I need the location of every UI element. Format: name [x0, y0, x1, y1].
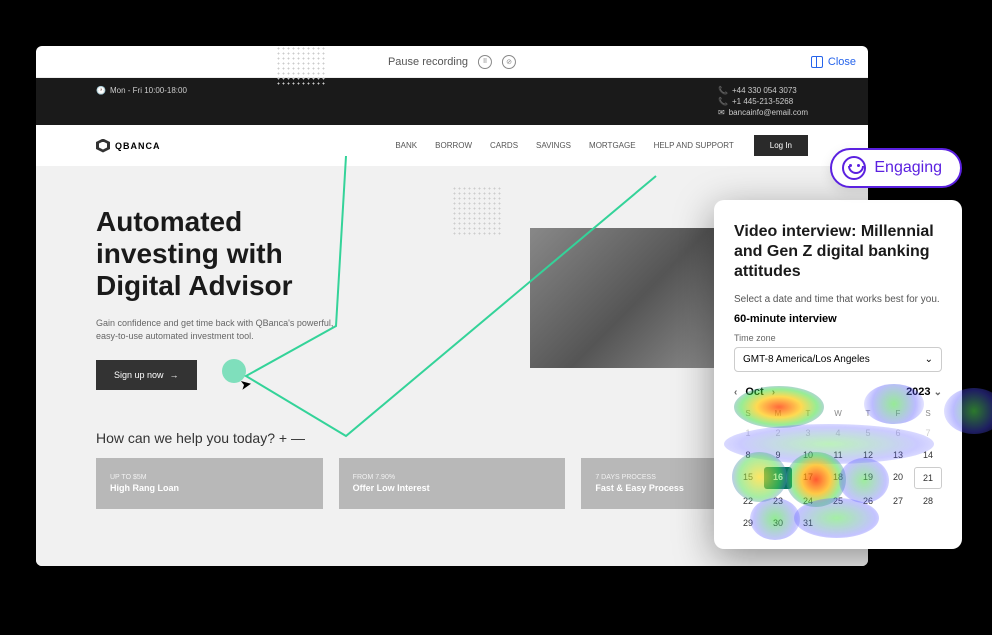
hero-description: Gain confidence and get time back with Q… [96, 317, 336, 344]
chevron-down-icon: ⌄ [934, 387, 942, 398]
calendar-day[interactable]: 10 [794, 445, 822, 465]
timezone-value: GMT-8 America/Los Angeles [743, 354, 870, 365]
stop-icon[interactable]: ⊘ [502, 55, 516, 69]
calendar-day[interactable]: 12 [854, 445, 882, 465]
weekday-header: T [794, 406, 822, 421]
calendar-day[interactable]: 30 [764, 513, 792, 533]
calendar-day[interactable]: 23 [764, 491, 792, 511]
timezone-select[interactable]: GMT-8 America/Los Angeles ⌄ [734, 347, 942, 372]
clock-icon: 🕐 [96, 86, 106, 95]
calendar-day: 6 [884, 423, 912, 443]
calendar-day[interactable]: 26 [854, 491, 882, 511]
calendar-day[interactable]: 27 [884, 491, 912, 511]
weekday-header: T [854, 406, 882, 421]
calendar-day[interactable]: 29 [734, 513, 762, 533]
panel-icon [811, 56, 823, 68]
close-label: Close [828, 56, 856, 68]
site-top-bar: 🕐 Mon - Fri 10:00-18:00 📞 +44 330 054 3073… [36, 78, 868, 125]
phone2-text: +1 445-213-5268 [732, 97, 793, 106]
calendar-day[interactable]: 13 [884, 445, 912, 465]
calendar-day[interactable]: 22 [734, 491, 762, 511]
phone-icon: 📞 [718, 97, 728, 106]
timezone-label: Time zone [734, 333, 942, 343]
calendar-day[interactable]: 9 [764, 445, 792, 465]
email-text: bancainfo@email.com [729, 108, 808, 117]
recorder-toolbar: Pause recording II ⊘ Close [36, 46, 868, 78]
nav-item[interactable]: CARDS [490, 141, 518, 150]
card-title: High Rang Loan [110, 483, 309, 493]
calendar-day[interactable]: 25 [824, 491, 852, 511]
logo-icon [96, 139, 110, 153]
card-eyebrow: FROM 7.90% [353, 474, 552, 481]
calendar-day[interactable]: 21 [914, 467, 942, 489]
scheduler-modal: Video interview: Millennial and Gen Z di… [714, 200, 962, 549]
decorative-dots [452, 186, 502, 236]
decorative-dots [276, 78, 326, 86]
weekday-header: S [734, 406, 762, 421]
weekday-header: M [764, 406, 792, 421]
calendar-day: 3 [794, 423, 822, 443]
card-eyebrow: UP TO $5M [110, 474, 309, 481]
main-nav: QBANCA BANK BORROW CARDS SAVINGS MORTGAGE HEL… [36, 125, 868, 166]
brand-text: QBANCA [115, 141, 161, 151]
nav-item[interactable]: MORTGAGE [589, 141, 636, 150]
pause-icon[interactable]: II [478, 55, 492, 69]
phone1-text: +44 330 054 3073 [732, 86, 797, 95]
nav-item[interactable]: BORROW [435, 141, 472, 150]
feature-card[interactable]: UP TO $5M High Rang Loan [96, 458, 323, 509]
next-month-button[interactable]: › [772, 387, 775, 398]
cursor-icon: ➤ [239, 375, 254, 394]
login-button[interactable]: Log In [754, 135, 808, 156]
calendar-day[interactable]: 24 [794, 491, 822, 511]
calendar-day[interactable]: 14 [914, 445, 942, 465]
feature-card[interactable]: FROM 7.90% Offer Low Interest [339, 458, 566, 509]
year-selector[interactable]: 2023 ⌄ [906, 386, 942, 398]
calendar-day: 5 [854, 423, 882, 443]
brand-logo[interactable]: QBANCA [96, 139, 161, 153]
calendar-day[interactable]: 11 [824, 445, 852, 465]
hero-title: Automated investing with Digital Advisor [96, 206, 432, 303]
arrow-right-icon: → [170, 370, 179, 380]
month-navigator: ‹ Oct › [734, 386, 775, 398]
pause-recording-label[interactable]: Pause recording [388, 56, 468, 68]
smile-icon [842, 156, 866, 180]
calendar-day[interactable]: 20 [884, 467, 912, 489]
chevron-down-icon: ⌄ [925, 354, 933, 365]
engaging-badge: Engaging [830, 148, 962, 188]
nav-item[interactable]: SAVINGS [536, 141, 571, 150]
card-title: Offer Low Interest [353, 483, 552, 493]
month-label: Oct [745, 386, 763, 398]
mail-icon: ✉ [718, 108, 725, 117]
calendar-day[interactable]: 16 [764, 467, 792, 489]
modal-duration: 60-minute interview [734, 313, 942, 325]
weekday-header: S [914, 406, 942, 421]
calendar-day[interactable]: 31 [794, 513, 822, 533]
calendar-day[interactable]: 17 [794, 467, 822, 489]
weekday-header: F [884, 406, 912, 421]
modal-title: Video interview: Millennial and Gen Z di… [734, 222, 942, 282]
weekday-header: W [824, 406, 852, 421]
hours-text: Mon - Fri 10:00-18:00 [110, 86, 187, 95]
prev-month-button[interactable]: ‹ [734, 387, 737, 398]
modal-instruction: Select a date and time that works best f… [734, 294, 942, 305]
calendar-day: 2 [764, 423, 792, 443]
close-button[interactable]: Close [811, 56, 856, 68]
engaging-label: Engaging [874, 159, 942, 177]
calendar-day[interactable]: 18 [824, 467, 852, 489]
nav-item[interactable]: HELP AND SUPPORT [654, 141, 734, 150]
calendar-day[interactable]: 8 [734, 445, 762, 465]
calendar-day[interactable]: 19 [854, 467, 882, 489]
phone-icon: 📞 [718, 86, 728, 95]
calendar-day: 1 [734, 423, 762, 443]
nav-item[interactable]: BANK [395, 141, 417, 150]
calendar-day[interactable]: 15 [734, 467, 762, 489]
calendar-day: 7 [914, 423, 942, 443]
calendar-day[interactable]: 28 [914, 491, 942, 511]
signup-button[interactable]: Sign up now → [96, 360, 197, 390]
calendar-day: 4 [824, 423, 852, 443]
